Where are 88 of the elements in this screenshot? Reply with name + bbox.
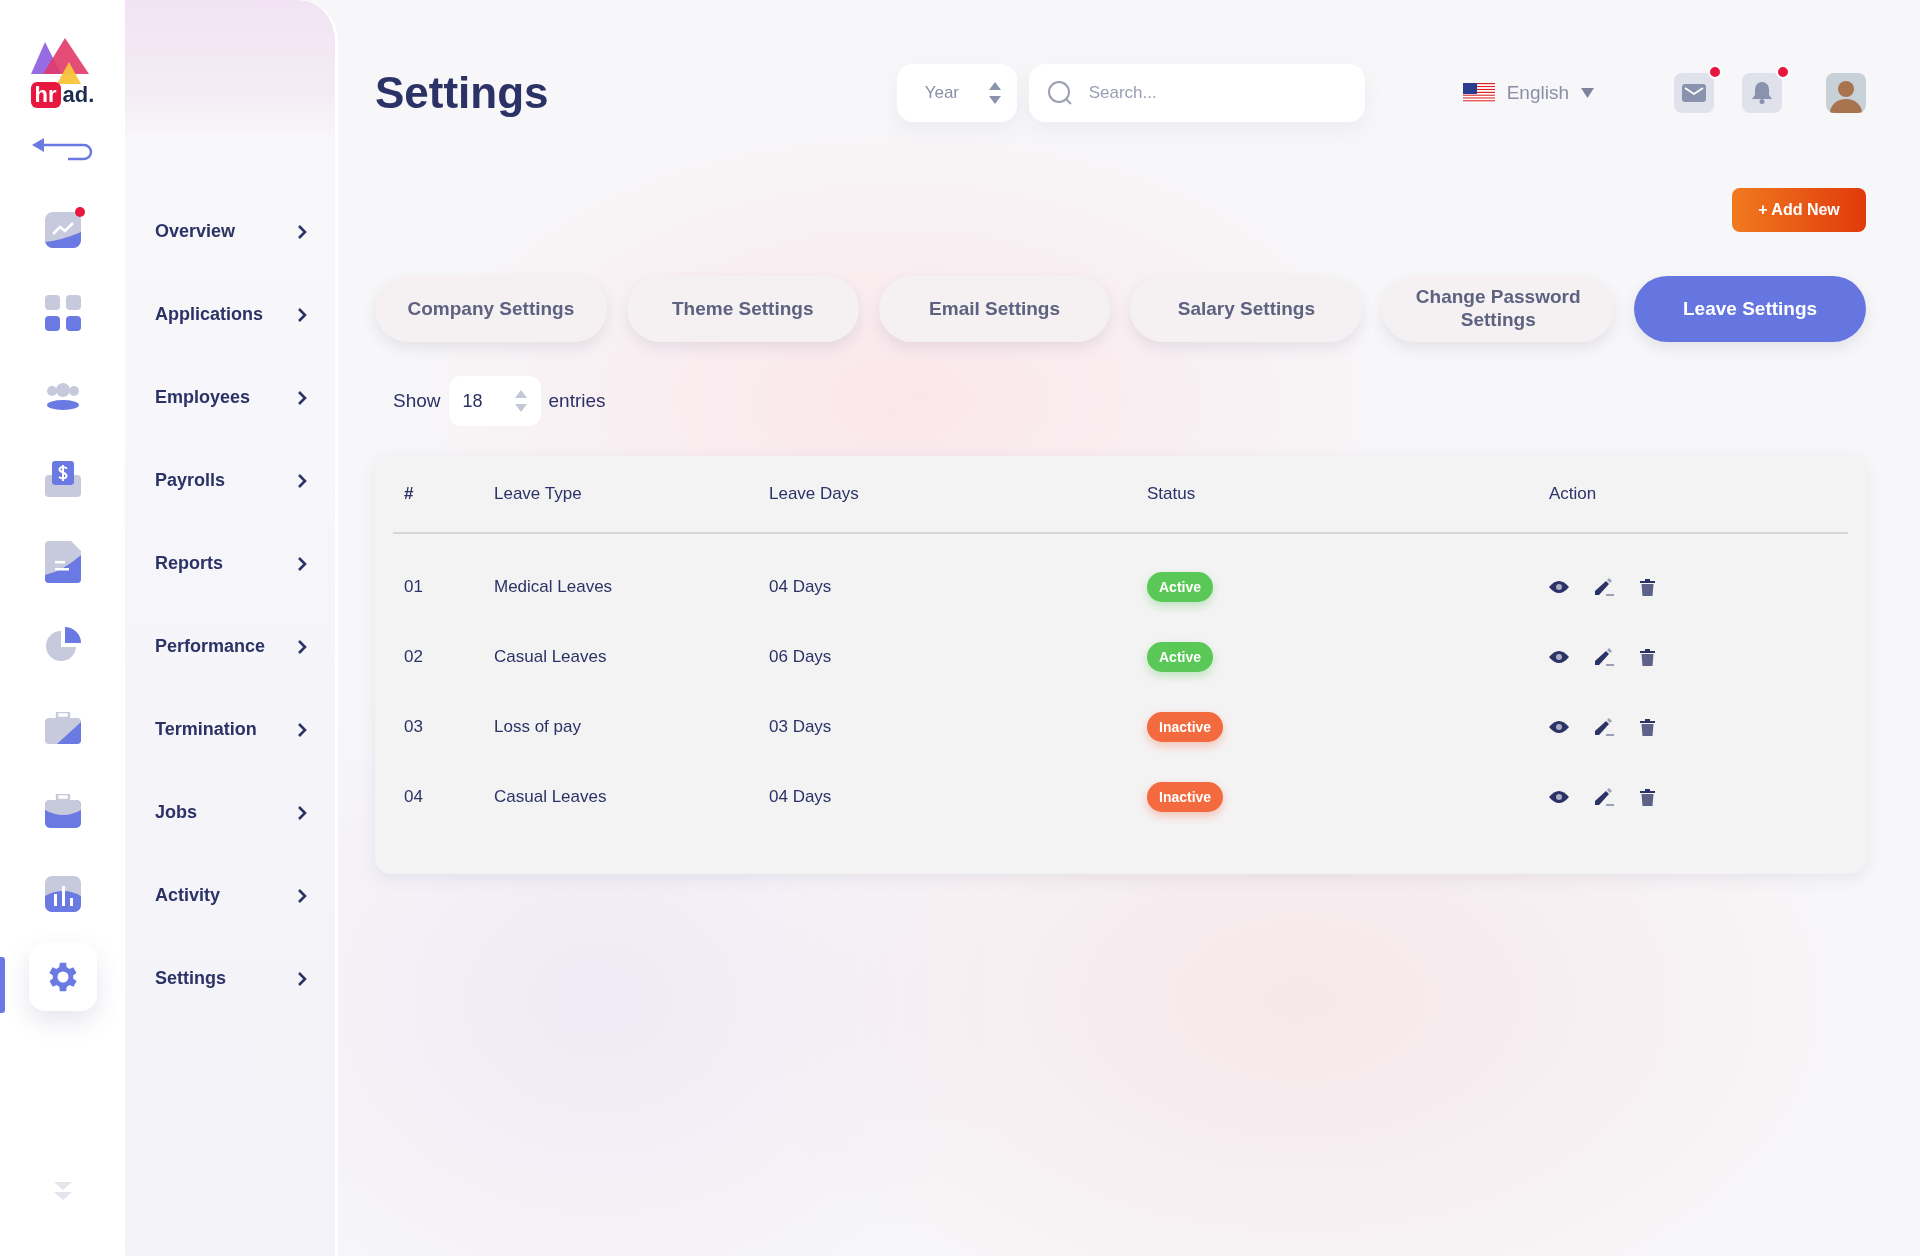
grid-icon bbox=[44, 294, 81, 331]
mail-button[interactable] bbox=[1674, 73, 1714, 113]
avatar[interactable] bbox=[1826, 73, 1866, 113]
table-cell-text: Casual Leaves bbox=[494, 787, 608, 807]
sidebar-menu-item[interactable]: Jobs bbox=[125, 771, 335, 854]
up-down-arrows-icon bbox=[514, 390, 527, 412]
up-down-arrows-icon bbox=[988, 82, 1001, 104]
pie-chart-icon bbox=[44, 626, 81, 663]
logo-badge: hr bbox=[30, 82, 61, 108]
column-header: Leave Days bbox=[769, 484, 860, 504]
view-icon[interactable] bbox=[1549, 650, 1569, 664]
sidebar-menu-item[interactable]: Performance bbox=[125, 605, 335, 688]
edit-icon[interactable] bbox=[1595, 718, 1614, 736]
delete-icon[interactable] bbox=[1640, 718, 1655, 736]
table-cell-text: 04 bbox=[404, 787, 424, 807]
table-cell-text: 02 bbox=[404, 647, 424, 667]
chevron-right-icon bbox=[297, 721, 307, 738]
logo-text: ad. bbox=[62, 82, 95, 108]
table-cell-text: 03 Days bbox=[769, 717, 833, 737]
table-cell-text: Casual Leaves bbox=[494, 647, 608, 667]
caret-icon bbox=[1581, 88, 1594, 98]
briefcase-icon bbox=[44, 793, 81, 828]
document-icon bbox=[44, 540, 81, 583]
delete-icon[interactable] bbox=[1640, 578, 1655, 596]
column-header: Leave Type bbox=[494, 484, 583, 504]
sidebar-menu-item[interactable]: Settings bbox=[125, 937, 335, 1020]
sidebar-icon-button[interactable] bbox=[28, 942, 97, 1011]
edit-icon[interactable] bbox=[1595, 648, 1614, 666]
edit-icon[interactable] bbox=[1595, 788, 1614, 806]
table-cell-text: Loss of pay bbox=[494, 717, 582, 737]
chevron-right-icon bbox=[297, 970, 307, 987]
chevron-right-icon bbox=[297, 887, 307, 904]
table-cell-text: 04 Days bbox=[769, 787, 833, 807]
chevron-right-icon bbox=[297, 389, 307, 406]
sidebar-menu-item[interactable]: Termination bbox=[125, 688, 335, 771]
chart-icon bbox=[44, 211, 81, 248]
status-badge: Inactive bbox=[1147, 712, 1224, 742]
edit-icon[interactable] bbox=[1595, 578, 1614, 596]
sidebar-menu-item[interactable]: Activity bbox=[125, 854, 335, 937]
settings-tab[interactable]: Change Password Settings bbox=[1382, 276, 1615, 342]
table-cell-text: 06 Days bbox=[769, 647, 833, 667]
flag-icon bbox=[1462, 83, 1495, 103]
people-icon bbox=[44, 380, 81, 411]
bar-chart-icon bbox=[44, 875, 81, 912]
search-input[interactable]: Search... bbox=[1086, 82, 1347, 104]
bell-icon bbox=[1752, 82, 1772, 104]
sidebar-menu-item[interactable]: Payrolls bbox=[125, 439, 335, 522]
settings-tab[interactable]: Company Settings bbox=[375, 276, 607, 342]
sidebar-menu-item[interactable]: Applications bbox=[125, 273, 335, 356]
settings-tab[interactable]: Email Settings bbox=[878, 276, 1111, 342]
status-badge: Active bbox=[1147, 572, 1214, 602]
entries-label: entries bbox=[548, 390, 606, 412]
back-arrow-icon[interactable] bbox=[31, 138, 94, 162]
view-icon[interactable] bbox=[1549, 790, 1569, 804]
column-header: Action bbox=[1549, 484, 1598, 504]
sidebar-menu-item[interactable]: Overview bbox=[125, 190, 335, 273]
settings-tab[interactable]: Theme Settings bbox=[626, 276, 859, 342]
table-cell-text: 01 bbox=[404, 577, 424, 597]
view-icon[interactable] bbox=[1549, 720, 1569, 734]
status-badge: Inactive bbox=[1147, 782, 1224, 812]
sidebar-menu-item[interactable]: Employees bbox=[125, 356, 335, 439]
settings-tab[interactable]: Salary Settings bbox=[1130, 276, 1363, 342]
page-title: Settings bbox=[375, 68, 550, 118]
column-header: Status bbox=[1147, 484, 1197, 504]
sidebar-menu-item[interactable]: Reports bbox=[125, 522, 335, 605]
chevron-right-icon bbox=[297, 555, 307, 572]
table-cell-text: Medical Leaves bbox=[494, 577, 614, 597]
delete-icon[interactable] bbox=[1640, 648, 1655, 666]
settings-tab[interactable]: Leave Settings bbox=[1634, 276, 1866, 342]
view-icon[interactable] bbox=[1549, 580, 1569, 594]
briefcase-icon bbox=[44, 711, 81, 744]
search-icon bbox=[1046, 80, 1073, 106]
notification-button[interactable] bbox=[1742, 73, 1782, 113]
chevron-right-icon bbox=[297, 638, 307, 655]
show-label: Show bbox=[393, 390, 441, 412]
chevron-right-icon bbox=[297, 472, 307, 489]
table-cell-text: 04 Days bbox=[769, 577, 833, 597]
delete-icon[interactable] bbox=[1640, 788, 1655, 806]
chevron-right-icon bbox=[297, 804, 307, 821]
mail-icon bbox=[1682, 84, 1706, 102]
chevron-right-icon bbox=[297, 306, 307, 323]
salary-envelope-icon bbox=[44, 460, 81, 497]
entries-select[interactable]: 18 bbox=[448, 376, 541, 426]
chevron-right-icon bbox=[297, 223, 307, 240]
search-field[interactable]: Search... bbox=[1028, 64, 1365, 122]
table-cell-text: 03 bbox=[404, 717, 424, 737]
column-header: # bbox=[404, 484, 415, 504]
status-badge: Active bbox=[1147, 642, 1214, 672]
